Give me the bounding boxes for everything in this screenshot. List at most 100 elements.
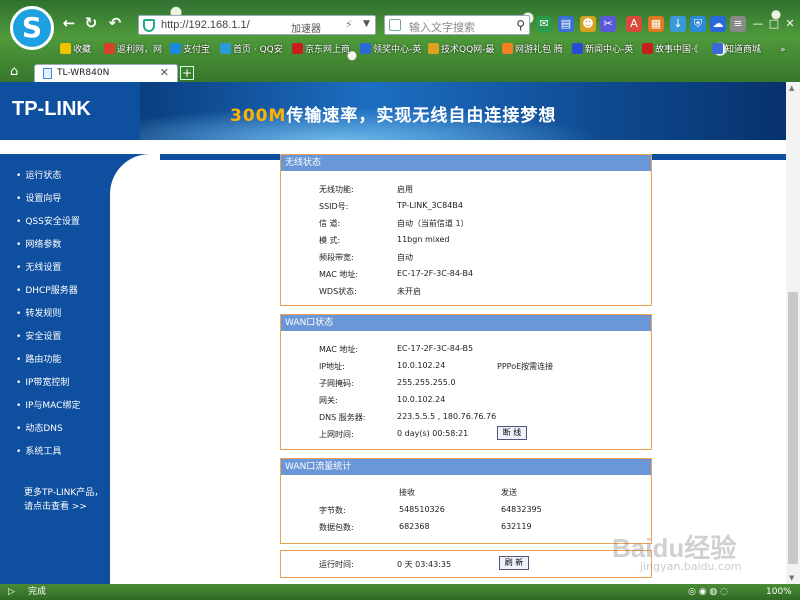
search-engine-icon[interactable] (389, 19, 401, 31)
search-input[interactable]: 输入文字搜索 (409, 19, 475, 35)
menu-item-qss[interactable]: QSS安全设置 (16, 214, 80, 227)
bookmark-item[interactable]: 网游礼包 腾 (502, 42, 563, 58)
status-bar: ▷ 完成 ◎ ◉ ◍ ◌ 100% (0, 584, 800, 600)
field-label: 网关: (319, 396, 338, 405)
scroll-up-icon[interactable]: ▲ (789, 84, 794, 92)
refresh-button[interactable]: 刷 新 (499, 556, 529, 570)
menu-item-routing[interactable]: 路由功能 (16, 352, 61, 365)
field-label: 上网时间: (319, 430, 354, 439)
bolt-icon[interactable]: ⚡ (345, 18, 353, 31)
bookmark-item[interactable]: 领奖中心-英 (360, 42, 421, 58)
field-value: EC-17-2F-3C-84-B5 (397, 344, 474, 353)
wan-status-panel: WAN口状态 MAC 地址: EC-17-2F-3C-84-B5 IP地址: 1… (280, 314, 652, 450)
panel-title: WAN口状态 (281, 315, 651, 331)
panel-title: WAN口流量统计 (281, 459, 651, 475)
field-value: 0 day(s) 00:58:21 (397, 429, 469, 438)
download-icon[interactable]: ↓ (670, 16, 686, 32)
menu-item-forwarding[interactable]: 转发规则 (16, 306, 61, 319)
watermark-url: jingyan.baidu.com (640, 560, 742, 573)
menu-item-ip-mac[interactable]: IP与MAC绑定 (16, 398, 80, 411)
bookmark-item[interactable]: 首页 · QQ安 (220, 42, 283, 58)
bookmark-item[interactable]: 技术QQ网-最 (428, 42, 494, 58)
menu-item-wireless[interactable]: 无线设置 (16, 260, 61, 273)
refresh-icon[interactable]: ↻ (82, 14, 100, 32)
back-icon[interactable]: ← (60, 14, 78, 32)
field-value: 启用 (397, 185, 413, 194)
field-value: 682368 (399, 522, 430, 531)
column-header-send: 发送 (501, 488, 517, 497)
address-dropdown-icon[interactable]: ▼ (363, 19, 370, 29)
field-value: 64832395 (501, 505, 542, 514)
field-value: 548510326 (399, 505, 445, 514)
close-tab-icon[interactable]: ✕ (160, 66, 169, 79)
tab-router[interactable]: TL-WR840N ✕ (34, 64, 178, 82)
translate-icon[interactable]: A (626, 16, 642, 32)
menu-item-system[interactable]: 系统工具 (16, 444, 61, 457)
accelerator-label[interactable]: 加速器 (291, 20, 321, 35)
bookmark-item[interactable]: 新闻中心-英 (572, 42, 633, 58)
bookmark-item[interactable]: 支付宝 (170, 42, 210, 58)
column-header-recv: 接收 (399, 488, 415, 497)
field-value: 632119 (501, 522, 532, 531)
field-label: 运行时间: (319, 560, 354, 569)
wan-traffic-panel: WAN口流量统计 接收 发送 字节数: 548510326 64832395 数… (280, 458, 652, 544)
field-label: 数据包数: (319, 523, 354, 532)
page-icon[interactable]: ▤ (558, 16, 574, 32)
sidebar-curve (110, 154, 160, 204)
menu-item-wizard[interactable]: 设置向导 (16, 191, 61, 204)
mail-icon[interactable]: ✉ (536, 16, 552, 32)
more-products-link[interactable]: 更多TP-LINK产品， 请点击查看 >> (24, 486, 110, 514)
address-url[interactable]: http://192.168.1.1/ (161, 19, 250, 31)
runtime-panel: 运行时间: 0 天 03:43:35 刷 新 (280, 550, 652, 578)
search-box[interactable]: 输入文字搜索 ⚲ (384, 15, 530, 35)
more-line2[interactable]: 请点击查看 >> (24, 500, 110, 514)
shield-icon[interactable]: ⛨ (690, 16, 706, 32)
more-line1[interactable]: 更多TP-LINK产品， (24, 486, 110, 500)
bookmark-item[interactable]: 返利网，网 (104, 42, 162, 58)
menu-item-status[interactable]: 运行状态 (16, 168, 61, 181)
field-value: 自动（当前信道 1） (397, 219, 469, 228)
undo-icon[interactable]: ↶ (106, 14, 124, 32)
search-icon[interactable]: ⚲ (516, 18, 525, 32)
bookmark-item[interactable]: 知道商城 (712, 42, 761, 58)
bookmark-item[interactable]: 京东网上商 (292, 42, 350, 58)
address-bar[interactable]: http://192.168.1.1/ 加速器 ⚡ ▼ (138, 15, 376, 35)
scissors-icon[interactable]: ✂ (600, 16, 616, 32)
grid-icon[interactable]: ▦ (648, 16, 664, 32)
menu-icon[interactable]: ≡ (730, 16, 746, 32)
zoom-level[interactable]: 100% (766, 584, 792, 600)
scroll-down-icon[interactable]: ▼ (789, 574, 794, 582)
menu-item-bandwidth[interactable]: IP带宽控制 (16, 375, 69, 388)
play-icon[interactable]: ▷ (8, 584, 15, 600)
router-admin-page: TP-LINK 300M传输速率，实现无线自由连接梦想 运行状态 设置向导 QS… (0, 82, 800, 584)
close-window-icon[interactable]: ✕ (782, 16, 798, 32)
field-label: 子网掩码: (319, 379, 354, 388)
wireless-status-panel: 无线状态 无线功能: 启用 SSID号: TP-LINK_3C84B4 信 道:… (280, 154, 652, 306)
new-tab-button[interactable]: + (180, 66, 194, 80)
menu-item-security[interactable]: 安全设置 (16, 329, 61, 342)
scrollbar-thumb[interactable] (788, 292, 798, 564)
field-label: 无线功能: (319, 185, 354, 194)
menu-item-network[interactable]: 网络参数 (16, 237, 61, 250)
bookmark-item[interactable]: 故事中国·《 (642, 42, 698, 58)
status-tools-icon[interactable]: ◎ ◉ ◍ ◌ (688, 584, 728, 600)
panel-title: 无线状态 (281, 155, 651, 171)
page-scrollbar[interactable]: ▲ ▼ (786, 82, 800, 584)
sidebar-menu: 运行状态 设置向导 QSS安全设置 网络参数 无线设置 DHCP服务器 转发规则… (0, 154, 110, 584)
browser-logo-icon[interactable]: S (10, 6, 54, 50)
minimize-icon[interactable]: — (750, 16, 766, 32)
security-shield-icon (143, 19, 155, 32)
disconnect-button[interactable]: 断 线 (497, 426, 527, 440)
cloud-icon[interactable]: ☁ (710, 16, 726, 32)
banner-slogan: 300M传输速率，实现无线自由连接梦想 (230, 106, 557, 126)
maximize-icon[interactable]: □ (766, 16, 782, 32)
field-value: EC-17-2F-3C-84-B4 (397, 269, 474, 278)
game-icon[interactable]: ☻ (580, 16, 596, 32)
menu-item-ddns[interactable]: 动态DNS (16, 421, 62, 434)
bookmark-more-icon[interactable]: » (780, 42, 786, 58)
home-icon[interactable]: ⌂ (10, 64, 18, 79)
bookmark-item[interactable]: 收藏 (60, 42, 91, 58)
field-label: 字节数: (319, 506, 346, 515)
field-label: SSID号: (319, 202, 349, 211)
menu-item-dhcp[interactable]: DHCP服务器 (16, 283, 77, 296)
